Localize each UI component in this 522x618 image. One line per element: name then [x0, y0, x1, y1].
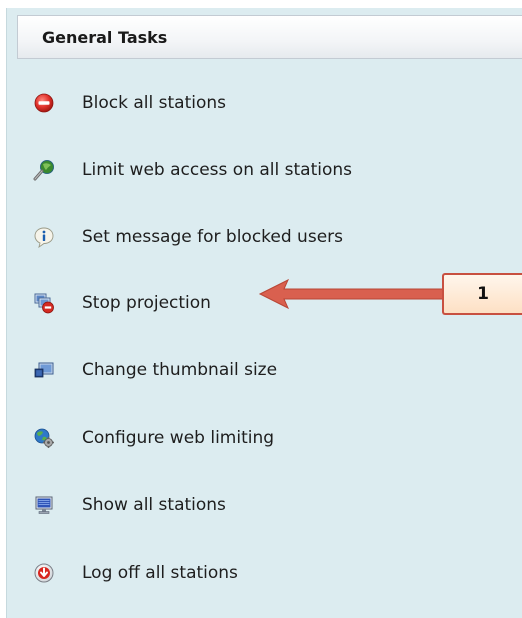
- task-label: Block all stations: [82, 93, 227, 113]
- logoff-icon: [33, 562, 55, 584]
- monitor-icon: [33, 494, 55, 516]
- task-label: Show all stations: [82, 495, 226, 515]
- task-label: Change thumbnail size: [82, 360, 278, 380]
- callout-badge: 1: [442, 273, 522, 315]
- callout-arrow: [258, 278, 447, 310]
- web-limit-icon: [33, 159, 55, 181]
- task-label: Set message for blocked users: [82, 227, 343, 247]
- globe-gear-icon: [33, 427, 55, 449]
- task-label: Stop projection: [82, 293, 211, 313]
- task-label: Configure web limiting: [82, 428, 275, 448]
- block-icon: [33, 92, 55, 114]
- task-label: Log off all stations: [82, 563, 238, 583]
- info-icon: [33, 226, 55, 248]
- task-label: Limit web access on all stations: [82, 160, 352, 180]
- thumbnail-icon: [33, 359, 55, 381]
- callout-number: 1: [477, 284, 489, 304]
- stop-projection-icon: [33, 292, 55, 314]
